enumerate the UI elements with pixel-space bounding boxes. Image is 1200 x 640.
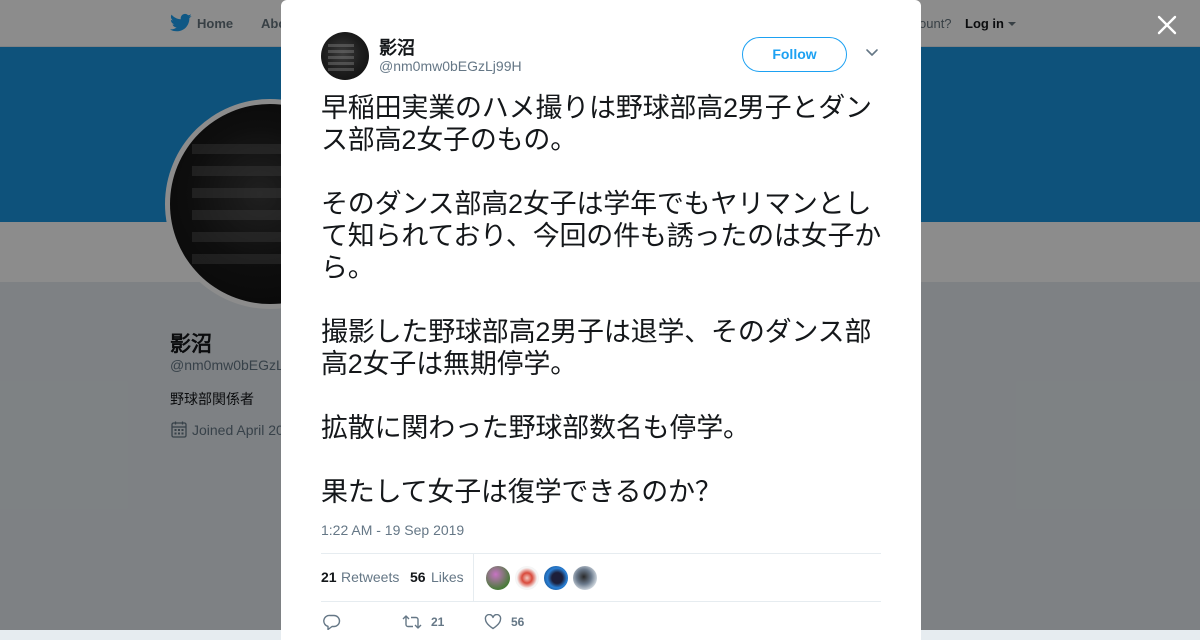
- retweet-icon[interactable]: [401, 614, 423, 630]
- retweets-count[interactable]: 21: [321, 569, 337, 585]
- retweets-label[interactable]: Retweets: [341, 569, 399, 585]
- tweet-timestamp[interactable]: 1:22 AM - 19 Sep 2019: [321, 522, 464, 538]
- liker-avatar[interactable]: [572, 565, 598, 591]
- retweet-action-count: 21: [431, 615, 445, 629]
- tweet-stats: 21 Retweets 56 Likes: [321, 553, 881, 602]
- tweet-text: 早稲田実業のハメ撮りは野球部高2男子とダンス部高2女子のもの。 そのダンス部高2…: [321, 93, 882, 507]
- liker-avatar[interactable]: [514, 565, 540, 591]
- author-handle[interactable]: @nm0mw0bEGzLj99H: [379, 58, 522, 74]
- heart-icon[interactable]: [484, 614, 502, 630]
- tweet-modal: 影沼 @nm0mw0bEGzLj99H Follow 早稲田実業のハメ撮りは野球…: [281, 0, 921, 640]
- author-avatar[interactable]: [321, 32, 369, 80]
- close-icon[interactable]: [1154, 12, 1180, 38]
- likes-label[interactable]: Likes: [431, 569, 464, 585]
- reply-icon[interactable]: [323, 614, 341, 630]
- avatar-pattern: [328, 41, 354, 71]
- chevron-down-icon[interactable]: [865, 48, 879, 58]
- liker-avatar[interactable]: [543, 565, 569, 591]
- likes-count[interactable]: 56: [410, 569, 426, 585]
- follow-button[interactable]: Follow: [742, 37, 847, 72]
- author-name[interactable]: 影沼: [379, 34, 415, 60]
- tweet-actions: 21 56: [321, 612, 881, 634]
- like-action-count: 56: [511, 615, 525, 629]
- liker-avatar[interactable]: [485, 565, 511, 591]
- stats-divider: [473, 554, 474, 601]
